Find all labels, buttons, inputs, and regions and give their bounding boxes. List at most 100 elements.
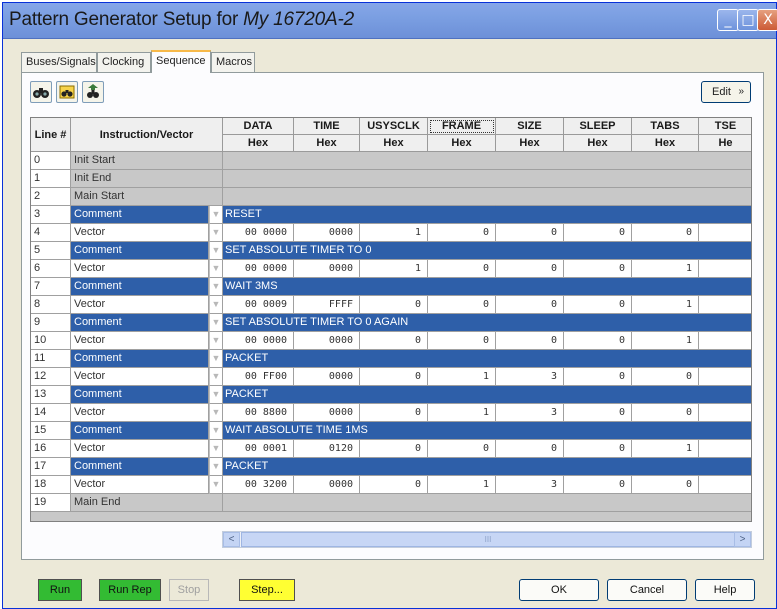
chevron-down-icon[interactable]: ▼ [209,206,223,224]
table-row[interactable]: 11 Comment ▼ PACKET [31,350,751,368]
value-cell-time[interactable]: 0000 [294,332,360,350]
value-cell-usysclk[interactable]: 0 [360,332,428,350]
chevron-down-icon[interactable]: ▼ [209,404,223,422]
column-header-size[interactable]: SIZE [496,118,564,135]
value-cell-frame[interactable]: 1 [428,476,496,494]
scroll-right-arrow-icon[interactable]: > [734,532,751,547]
column-header-time[interactable]: TIME [294,118,360,135]
value-cell-tse[interactable] [699,260,751,278]
value-cell-usysclk[interactable]: 0 [360,296,428,314]
comment-text[interactable]: SET ABSOLUTE TIMER TO 0 AGAIN [223,314,751,332]
instruction-cell[interactable]: Comment [71,458,209,476]
value-cell-size[interactable]: 0 [496,332,564,350]
value-cell-usysclk[interactable]: 0 [360,476,428,494]
table-row[interactable]: 13 Comment ▼ PACKET [31,386,751,404]
value-cell-size[interactable]: 0 [496,440,564,458]
value-cell-time[interactable]: 0000 [294,404,360,422]
value-cell-tabs[interactable]: 0 [632,368,699,386]
instruction-cell[interactable]: Comment [71,422,209,440]
run-button[interactable]: Run [38,579,82,601]
table-row[interactable]: 17 Comment ▼ PACKET [31,458,751,476]
column-format-size[interactable]: Hex [496,135,564,152]
comment-text[interactable]: PACKET [223,458,751,476]
value-cell-tabs[interactable]: 1 [632,296,699,314]
table-row[interactable]: 7 Comment ▼ WAIT 3MS [31,278,751,296]
table-row[interactable]: 0 Init Start [31,152,751,170]
value-cell-tabs[interactable]: 0 [632,224,699,242]
instruction-cell[interactable]: Main End [71,494,223,512]
value-cell-time[interactable]: FFFF [294,296,360,314]
value-cell-usysclk[interactable]: 1 [360,260,428,278]
instruction-cell[interactable]: Vector [71,332,209,350]
value-cell-tse[interactable] [699,440,751,458]
table-row[interactable]: 3 Comment ▼ RESET [31,206,751,224]
value-cell-frame[interactable]: 0 [428,224,496,242]
chevron-down-icon[interactable]: ▼ [209,332,223,350]
value-cell-frame[interactable]: 0 [428,260,496,278]
column-format-frame[interactable]: Hex [428,135,496,152]
tab-clocking[interactable]: Clocking [97,52,151,72]
value-cell-usysclk[interactable]: 0 [360,368,428,386]
value-cell-data[interactable]: 00 0000 [223,260,294,278]
comment-text[interactable]: PACKET [223,386,751,404]
table-row[interactable]: 19 Main End [31,494,751,512]
chevron-down-icon[interactable]: ▼ [209,422,223,440]
value-cell-sleep[interactable]: 0 [564,332,632,350]
instruction-cell[interactable]: Vector [71,368,209,386]
value-cell-size[interactable]: 3 [496,368,564,386]
chevron-down-icon[interactable]: ▼ [209,278,223,296]
value-cell-time[interactable]: 0000 [294,368,360,386]
instruction-cell[interactable]: Vector [71,440,209,458]
column-header-tabs[interactable]: TABS [632,118,699,135]
instruction-cell[interactable]: Init Start [71,152,223,170]
value-cell-sleep[interactable]: 0 [564,368,632,386]
table-row[interactable]: 15 Comment ▼ WAIT ABSOLUTE TIME 1MS [31,422,751,440]
table-row[interactable]: 5 Comment ▼ SET ABSOLUTE TIMER TO 0 [31,242,751,260]
value-cell-data[interactable]: 00 FF00 [223,368,294,386]
column-format-sleep[interactable]: Hex [564,135,632,152]
value-cell-sleep[interactable]: 0 [564,224,632,242]
instruction-cell[interactable]: Vector [71,296,209,314]
value-cell-tse[interactable] [699,224,751,242]
column-format-data[interactable]: Hex [223,135,294,152]
help-button[interactable]: Help [695,579,755,601]
value-cell-tabs[interactable]: 1 [632,332,699,350]
column-header-sleep[interactable]: SLEEP [564,118,632,135]
instruction-cell[interactable]: Comment [71,206,209,224]
chevron-down-icon[interactable]: ▼ [209,296,223,314]
value-cell-frame[interactable]: 1 [428,368,496,386]
chevron-down-icon[interactable]: ▼ [209,476,223,494]
table-row[interactable]: 12 Vector ▼ 00 FF00 0000 0 1 3 0 0 [31,368,751,386]
binoculars-icon[interactable] [30,81,52,103]
chevron-down-icon[interactable]: ▼ [209,458,223,476]
value-cell-tabs[interactable]: 0 [632,404,699,422]
scroll-left-arrow-icon[interactable]: < [223,532,240,547]
value-cell-data[interactable]: 00 0000 [223,224,294,242]
value-cell-frame[interactable]: 0 [428,440,496,458]
value-cell-sleep[interactable]: 0 [564,476,632,494]
instruction-cell[interactable]: Comment [71,350,209,368]
value-cell-time[interactable]: 0000 [294,476,360,494]
column-header-data[interactable]: DATA [223,118,294,135]
chevron-down-icon[interactable]: ▼ [209,368,223,386]
table-row[interactable]: 18 Vector ▼ 00 3200 0000 0 1 3 0 0 [31,476,751,494]
table-row[interactable]: 4 Vector ▼ 00 0000 0000 1 0 0 0 0 [31,224,751,242]
table-row[interactable]: 16 Vector ▼ 00 0001 0120 0 0 0 0 1 [31,440,751,458]
cancel-button[interactable]: Cancel [607,579,687,601]
tab-sequence[interactable]: Sequence [151,50,211,73]
comment-text[interactable]: WAIT ABSOLUTE TIME 1MS [223,422,751,440]
comment-text[interactable]: SET ABSOLUTE TIMER TO 0 [223,242,751,260]
horizontal-scrollbar[interactable]: < III > [222,531,752,548]
chevron-down-icon[interactable]: ▼ [209,386,223,404]
table-row[interactable]: 2 Main Start [31,188,751,206]
value-cell-size[interactable]: 3 [496,476,564,494]
instruction-cell[interactable]: Comment [71,278,209,296]
column-header-usysclk[interactable]: USYSCLK [360,118,428,135]
value-cell-size[interactable]: 0 [496,296,564,314]
chevron-down-icon[interactable]: ▼ [209,350,223,368]
instruction-cell[interactable]: Comment [71,314,209,332]
value-cell-frame[interactable]: 0 [428,332,496,350]
value-cell-frame[interactable]: 1 [428,404,496,422]
table-row[interactable]: 10 Vector ▼ 00 0000 0000 0 0 0 0 1 [31,332,751,350]
value-cell-tabs[interactable]: 1 [632,440,699,458]
